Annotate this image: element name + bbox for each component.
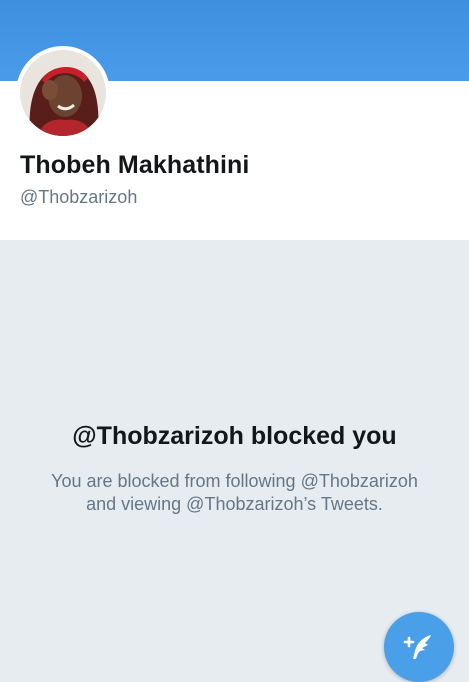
compose-tweet-icon [403,635,431,659]
profile-photo-icon [20,50,106,136]
compose-tweet-button[interactable] [384,612,454,682]
blocked-message: You are blocked from following @Thobzari… [51,471,418,514]
profile-display-name: Thobeh Makhathini [20,151,250,179]
avatar[interactable] [16,46,110,140]
blocked-title: @Thobzarizoh blocked you [72,422,397,450]
profile-handle: @Thobzarizoh [20,187,138,207]
